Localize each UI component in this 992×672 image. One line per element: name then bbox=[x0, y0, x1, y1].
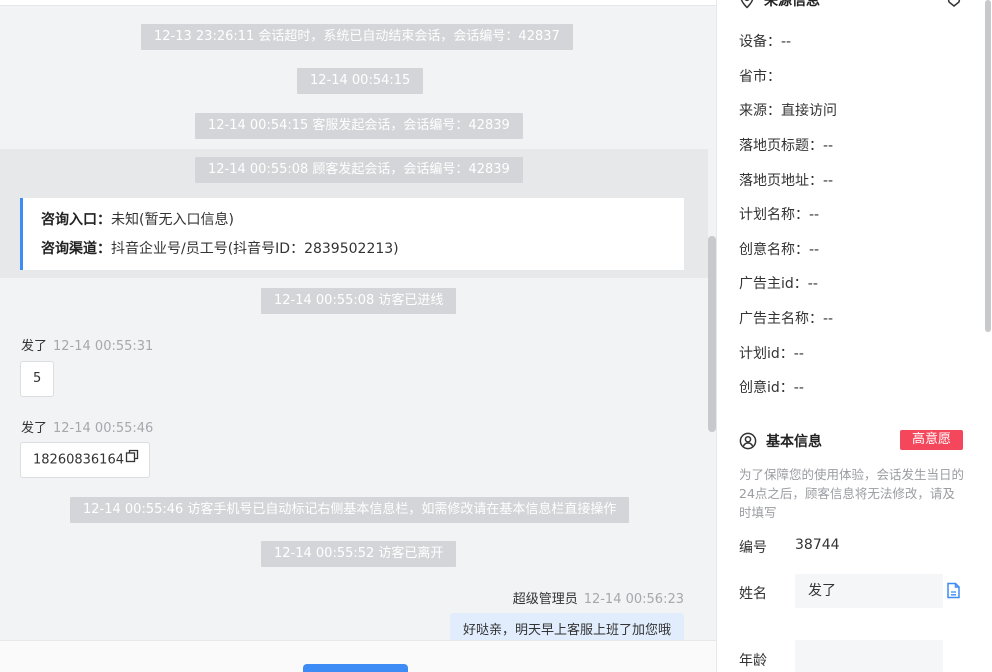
shield-icon[interactable] bbox=[945, 0, 963, 12]
system-message-timeout: 12-13 23:26:11 会话超时，系统已自动结束会话，会话编号：42837 bbox=[141, 24, 573, 50]
copy-icon[interactable] bbox=[125, 443, 139, 477]
customer-name-label: 姓名 bbox=[739, 586, 767, 602]
chat-scrollbar[interactable] bbox=[708, 236, 716, 432]
agent-sender: 超级管理员 bbox=[512, 592, 578, 607]
message-meta: 发了 12-14 00:55:46 bbox=[21, 417, 153, 436]
entry-info-card: 咨询入口：未知(暂无入口信息) 咨询渠道：抖音企业号/员工号(抖音号ID：283… bbox=[20, 198, 684, 270]
visitor-message-bubble[interactable]: 18260836164 bbox=[20, 442, 150, 478]
source-creative-name: 创意名称：-- bbox=[739, 242, 820, 258]
customer-info-panel: 来源信息 设备：-- 省市： 来源：直接访问 落地页标题：-- 落地页地址：--… bbox=[716, 0, 992, 672]
panel-scrollbar[interactable] bbox=[985, 0, 991, 332]
customer-id-label: 编号 bbox=[739, 540, 767, 556]
location-pin-icon bbox=[740, 0, 754, 9]
agent-message-text: 好哒亲，明天早上客服上班了加您哦 bbox=[462, 623, 671, 638]
source-plan-id: 计划id：-- bbox=[739, 346, 804, 362]
agent-message-time: 12-14 00:56:23 bbox=[583, 592, 684, 607]
edit-document-icon[interactable] bbox=[946, 582, 961, 603]
send-button[interactable] bbox=[303, 664, 408, 672]
basic-info-title: 基本信息 bbox=[766, 434, 822, 450]
source-landing-url: 落地页地址：-- bbox=[739, 173, 834, 189]
intent-badge[interactable]: 高意愿 bbox=[900, 430, 963, 450]
channel-label: 咨询渠道： bbox=[41, 241, 111, 257]
basic-info-header: 基本信息 bbox=[739, 431, 822, 451]
chat-header-strip bbox=[0, 0, 716, 6]
source-advertiser-id: 广告主id：-- bbox=[739, 276, 818, 292]
source-creative-id: 创意id：-- bbox=[739, 380, 804, 396]
message-time: 12-14 00:55:31 bbox=[53, 339, 154, 354]
system-message-agent-start: 12-14 00:54:15 客服发起会话，会话编号：42839 bbox=[195, 113, 523, 139]
source-info-header: 来源信息 bbox=[739, 0, 820, 10]
chat-history-pane[interactable]: 12-13 23:26:11 会话超时，系统已自动结束会话，会话编号：42837… bbox=[0, 0, 716, 672]
channel-value: 抖音企业号/员工号(抖音号ID：2839502213) bbox=[111, 241, 399, 257]
message-meta: 发了 12-14 00:55:31 bbox=[21, 335, 153, 354]
system-message-customer-start: 12-14 00:55:08 顾客发起会话，会话编号：42839 bbox=[195, 157, 523, 183]
customer-name-field[interactable]: 发了 bbox=[795, 574, 943, 608]
message-text: 5 bbox=[33, 371, 42, 386]
message-time: 12-14 00:55:46 bbox=[53, 421, 154, 436]
entry-label: 咨询入口： bbox=[41, 212, 111, 228]
customer-id-value: 38744 bbox=[795, 537, 840, 553]
chat-workspace: 12-13 23:26:11 会话超时，系统已自动结束会话，会话编号：42837… bbox=[0, 0, 992, 672]
source-info-title: 来源信息 bbox=[764, 0, 820, 9]
entry-value: 未知(暂无入口信息) bbox=[111, 212, 234, 228]
source-advertiser-name: 广告主名称：-- bbox=[739, 311, 834, 327]
visitor-message-bubble[interactable]: 5 bbox=[20, 361, 55, 397]
source-plan-name: 计划名称：-- bbox=[739, 207, 820, 223]
agent-message-meta: 超级管理员 12-14 00:56:23 bbox=[513, 588, 684, 607]
message-sender: 发了 bbox=[21, 421, 48, 436]
user-circle-icon bbox=[739, 432, 757, 450]
message-text: 18260836164 bbox=[33, 452, 124, 468]
system-message-time: 12-14 00:54:15 bbox=[297, 68, 424, 94]
source-landing-title: 落地页标题：-- bbox=[739, 138, 834, 154]
customer-age-field[interactable] bbox=[795, 640, 943, 672]
system-message-visitor-left: 12-14 00:55:52 访客已离开 bbox=[261, 541, 457, 567]
source-origin: 来源：直接访问 bbox=[739, 103, 837, 119]
entry-row: 咨询入口：未知(暂无入口信息) bbox=[41, 208, 684, 237]
channel-row: 咨询渠道：抖音企业号/员工号(抖音号ID：2839502213) bbox=[41, 237, 684, 266]
system-message-visitor-in: 12-14 00:55:08 访客已进线 bbox=[261, 288, 457, 314]
system-message-phone-marked: 12-14 00:55:46 访客手机号已自动标记右侧基本信息栏，如需修改请在基… bbox=[70, 497, 630, 523]
message-sender: 发了 bbox=[21, 339, 48, 354]
source-province: 省市： bbox=[739, 69, 781, 85]
source-device: 设备：-- bbox=[739, 34, 792, 50]
edit-notice: 为了保障您的使用体验，会话发生当日的24点之后，顾客信息将无法修改，请及时填写 bbox=[739, 467, 965, 520]
customer-age-label: 年龄 bbox=[739, 653, 767, 669]
